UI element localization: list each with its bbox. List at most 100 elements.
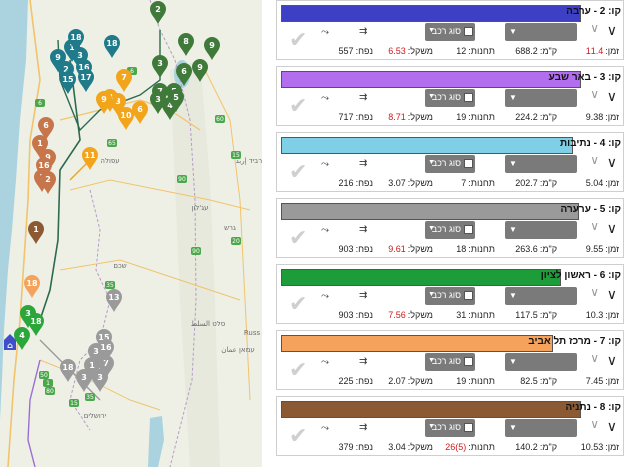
map-pin-grey[interactable]: 18 (60, 359, 76, 382)
route-card[interactable]: קו: 7 - מרכז תל אביב ∨ ∨ ▼ סוג רכב ▼ ⇉ ⤳… (276, 330, 624, 390)
route-color-bar (281, 71, 581, 88)
vehicle-type-select[interactable]: סוג רכב ▼ (425, 155, 475, 173)
route-card[interactable]: קו: 6 - ראשון לציון ∨ ∨ ▼ סוג רכב ▼ ⇉ ⤳ … (276, 264, 624, 324)
vehicle-dropdown[interactable]: ▼ (505, 23, 577, 41)
expand-chevron-icon[interactable]: ∨ (607, 419, 617, 433)
merge-arrows-icon[interactable]: ⇉ (359, 224, 367, 235)
map-pin-green[interactable]: 18 (28, 313, 44, 336)
vehicle-dropdown[interactable]: ▼ (505, 89, 577, 107)
pin-label: 17 (80, 73, 91, 82)
shuffle-icon[interactable]: ⤳ (321, 423, 329, 434)
vehicle-type-select[interactable]: סוג רכב ▼ (425, 221, 475, 239)
route-card[interactable]: קו: 2 - ערבה ∨ ∨ ▼ סוג רכב ▼ ⇉ ⤳ ✔ זמן:1… (276, 0, 624, 60)
vehicle-type-select[interactable]: סוג רכב ▼ (425, 23, 475, 41)
vehicle-type-checkbox[interactable] (464, 225, 473, 234)
map-pin-darkgreen[interactable]: 3 (152, 55, 168, 78)
highway-shield-label: 15 (70, 400, 78, 407)
double-chevron-down-icon[interactable]: ∨ (590, 22, 599, 34)
vehicle-dropdown[interactable]: ▼ (505, 221, 577, 239)
shuffle-icon[interactable]: ⤳ (321, 291, 329, 302)
pin-label: 3 (93, 347, 99, 356)
double-chevron-down-icon[interactable]: ∨ (590, 418, 599, 430)
map-pin-darkgreen[interactable]: 2 (150, 1, 166, 24)
shuffle-icon[interactable]: ⤳ (321, 27, 329, 38)
stat-time: זמן:9.55 (585, 244, 619, 254)
map-label-russ: Russ (244, 329, 261, 337)
shuffle-icon[interactable]: ⤳ (321, 93, 329, 104)
vehicle-type-select[interactable]: סוג רכב ▼ (425, 419, 475, 437)
expand-chevron-icon[interactable]: ∨ (607, 287, 617, 301)
double-chevron-down-icon[interactable]: ∨ (590, 88, 599, 100)
approve-check-icon[interactable]: ✔ (289, 425, 307, 447)
vehicle-dropdown[interactable]: ▼ (505, 155, 577, 173)
approve-check-icon[interactable]: ✔ (289, 293, 307, 315)
merge-arrows-icon[interactable]: ⇉ (359, 422, 367, 433)
approve-check-icon[interactable]: ✔ (289, 161, 307, 183)
approve-check-icon[interactable]: ✔ (289, 29, 307, 51)
map-pin-lightorange[interactable]: 18 (24, 275, 40, 298)
vehicle-type-checkbox[interactable] (464, 291, 473, 300)
approve-check-icon[interactable]: ✔ (289, 95, 307, 117)
route-card[interactable]: קו: 5 - ערערה ∨ ∨ ▼ סוג רכב ▼ ⇉ ⤳ ✔ זמן:… (276, 198, 624, 258)
map-pin-brown[interactable]: 1 (28, 221, 44, 244)
route-card[interactable]: קו: 4 - נתיבות ∨ ∨ ▼ סוג רכב ▼ ⇉ ⤳ ✔ זמן… (276, 132, 624, 192)
dropdown-arrow-icon: ▼ (509, 225, 517, 234)
expand-chevron-icon[interactable]: ∨ (607, 23, 617, 37)
map-pin-teal[interactable]: 18 (104, 35, 120, 58)
map-pin-darkgreen[interactable]: 9 (204, 37, 220, 60)
route-card[interactable]: קו: 3 - באר שבע ∨ ∨ ▼ סוג רכב ▼ ⇉ ⤳ ✔ זמ… (276, 66, 624, 126)
stat-weight: משקל:3.07 (388, 178, 433, 188)
pin-label: 2 (155, 5, 161, 14)
double-chevron-down-icon[interactable]: ∨ (590, 220, 599, 232)
vehicle-dropdown[interactable]: ▼ (505, 353, 577, 371)
double-chevron-down-icon[interactable]: ∨ (590, 286, 599, 298)
map-pin-teal[interactable]: 17 (78, 69, 94, 92)
expand-chevron-icon[interactable]: ∨ (607, 155, 617, 169)
merge-arrows-icon[interactable]: ⇉ (359, 158, 367, 169)
merge-arrows-icon[interactable]: ⇉ (359, 356, 367, 367)
route-map[interactable]: עפולה שכם אירביד إربد סלט السلط עמאן عما… (0, 0, 262, 467)
vehicle-dropdown[interactable]: ▼ (505, 287, 577, 305)
vehicle-type-checkbox[interactable] (464, 423, 473, 432)
map-pin-grey[interactable]: 3 (92, 369, 108, 392)
approve-check-icon[interactable]: ✔ (289, 227, 307, 249)
shuffle-icon[interactable]: ⤳ (321, 225, 329, 236)
vehicle-type-checkbox[interactable] (464, 159, 473, 168)
map-pin-green[interactable]: 4 (14, 327, 30, 350)
map-pin-orange[interactable]: 6 (132, 101, 148, 124)
vehicle-type-select[interactable]: סוג רכב ▼ (425, 89, 475, 107)
shuffle-icon[interactable]: ⤳ (321, 159, 329, 170)
map-pin-grey[interactable]: 13 (106, 289, 122, 312)
vehicle-dropdown[interactable]: ▼ (505, 419, 577, 437)
stat-weight: משקל:9.61 (388, 244, 433, 254)
map-pin-orange[interactable]: 10 (118, 107, 134, 130)
routes-list[interactable]: קו: 2 - ערבה ∨ ∨ ▼ סוג רכב ▼ ⇉ ⤳ ✔ זמן:1… (276, 0, 624, 467)
vehicle-type-checkbox[interactable] (464, 357, 473, 366)
expand-chevron-icon[interactable]: ∨ (607, 89, 617, 103)
pin-label: 16 (100, 343, 112, 352)
map-pin-darkgreen[interactable]: 3 (150, 91, 166, 114)
merge-arrows-icon[interactable]: ⇉ (359, 26, 367, 37)
pin-label: 6 (137, 105, 143, 114)
approve-check-icon[interactable]: ✔ (289, 359, 307, 381)
vehicle-type-checkbox[interactable] (464, 27, 473, 36)
double-chevron-down-icon[interactable]: ∨ (590, 352, 599, 364)
vehicle-type-checkbox[interactable] (464, 93, 473, 102)
stat-km: ק"מ:263.6 (515, 244, 557, 254)
shuffle-icon[interactable]: ⤳ (321, 357, 329, 368)
vehicle-type-label: סוג רכב (431, 356, 461, 366)
highway-shield-label: 90 (192, 248, 200, 255)
pin-label: 3 (77, 51, 83, 60)
route-color-bar (281, 203, 579, 220)
vehicle-type-select[interactable]: סוג רכב ▼ (425, 353, 475, 371)
merge-arrows-icon[interactable]: ⇉ (359, 92, 367, 103)
expand-chevron-icon[interactable]: ∨ (607, 221, 617, 235)
map-pin-darkgreen[interactable]: 8 (178, 33, 194, 56)
expand-chevron-icon[interactable]: ∨ (607, 353, 617, 367)
route-card[interactable]: קו: 8 - נתניה ∨ ∨ ▼ סוג רכב ▼ ⇉ ⤳ ✔ זמן:… (276, 396, 624, 456)
merge-arrows-icon[interactable]: ⇉ (359, 290, 367, 301)
map-pin-orange[interactable]: 7 (116, 69, 132, 92)
vehicle-type-select[interactable]: סוג רכב ▼ (425, 287, 475, 305)
map-canvas[interactable]: עפולה שכם אירביד إربد סלט السلط עמאן عما… (0, 0, 262, 467)
double-chevron-down-icon[interactable]: ∨ (590, 154, 599, 166)
